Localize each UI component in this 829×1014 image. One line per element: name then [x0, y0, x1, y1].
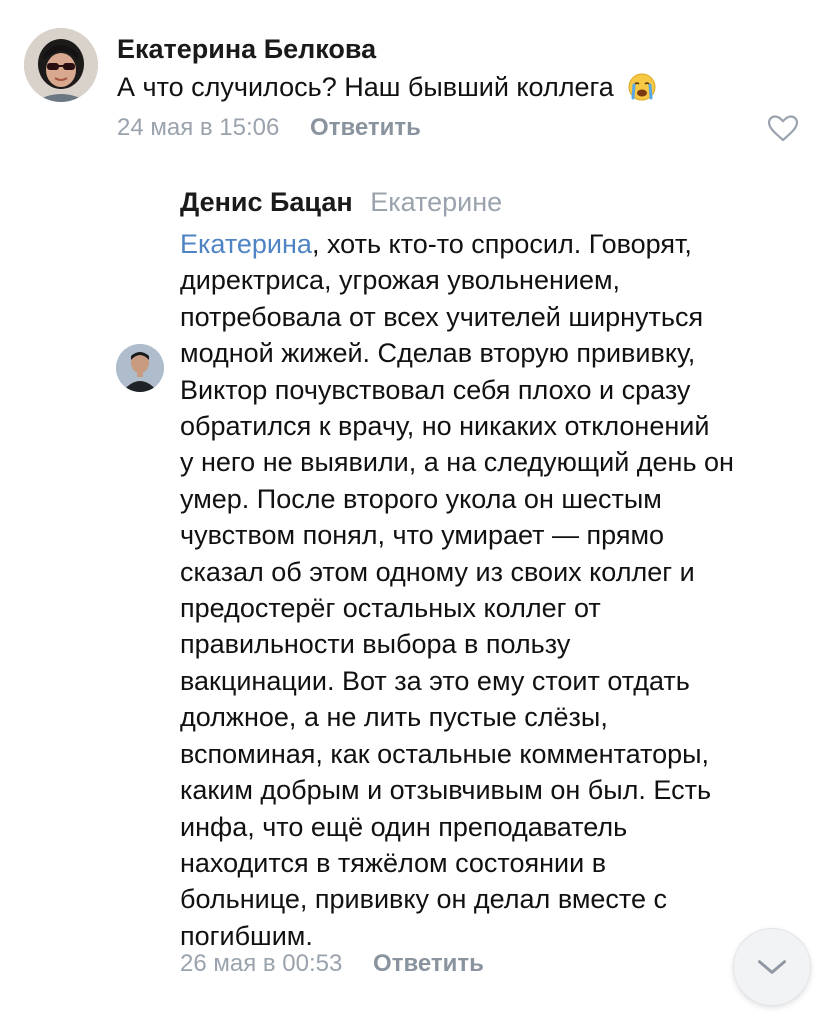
avatar-photo: [116, 344, 164, 392]
comment-author-line: Денис Бацан Екатерине: [180, 187, 502, 218]
comment-text-line: инфа, что ещё один преподаватель: [180, 811, 628, 842]
comment-time: 26 мая в 00:53: [180, 950, 343, 977]
comment-text-line: сказал об этом одному из своих коллег и: [180, 556, 695, 587]
avatar-photo: [24, 28, 98, 102]
comment-text-line: вспоминая, как остальные комментаторы,: [180, 738, 710, 769]
chevron-down-icon: [757, 960, 787, 974]
comment-text-fragment: , хоть кто-то спросил. Говорят,: [311, 229, 692, 259]
reply-button[interactable]: Ответить: [373, 950, 484, 977]
comment-text-line: находится в тяжёлом состоянии в: [180, 847, 607, 878]
avatar[interactable]: [116, 344, 164, 392]
comment-text: А что случилось? Наш бывший коллега: [117, 72, 657, 103]
comment-time: 24 мая в 15:06: [117, 114, 280, 141]
comment-text-line: Виктор почувствовал себя плохо и сразу: [180, 374, 691, 405]
scroll-down-button[interactable]: [733, 928, 811, 1006]
avatar[interactable]: [24, 28, 98, 102]
comments-thread: Екатерина Белкова А что случилось? Наш б…: [0, 0, 829, 1014]
comment-text-line: Екатерина, хоть кто-то спросил. Говорят,: [180, 226, 805, 262]
comment-text-line: погибшим.: [180, 920, 313, 951]
comment-text-line: больнице, прививку он делал вместе с: [180, 884, 668, 915]
comment-text-line: директриса, угрожая увольнением,: [180, 265, 621, 296]
like-button[interactable]: [766, 113, 800, 143]
crying-face-emoji-icon: [627, 72, 657, 102]
comment-text-line: каким добрым и отзывчивым он был. Есть: [180, 775, 712, 806]
comment-meta: 24 мая в 15:06 Ответить: [117, 114, 421, 142]
comment-text-line: чувством понял, что умирает — прямо: [180, 520, 665, 551]
comment-text-line: правильности выбора в пользу: [180, 629, 571, 660]
comment-text-line: модной жижей. Сделав вторую прививку,: [180, 338, 696, 369]
comment-text: Екатерина, хоть кто-то спросил. Говорят,…: [180, 226, 805, 954]
heart-outline-icon: [767, 115, 799, 142]
comment-text-line: предостерёг остальных коллег от: [180, 593, 601, 624]
comment-author[interactable]: Екатерина Белкова: [117, 34, 376, 65]
comment-text-body: А что случилось? Наш бывший коллега: [117, 72, 614, 102]
comment: Екатерина Белкова А что случилось? Наш б…: [0, 0, 829, 150]
comment-author[interactable]: Денис Бацан: [180, 187, 353, 217]
reply-button[interactable]: Ответить: [310, 114, 421, 141]
comment-text-line: должное, а не лить пустые слёзы,: [180, 702, 608, 733]
comment-meta: 26 мая в 00:53 Ответить: [180, 950, 484, 978]
comment-reply: Денис Бацан Екатерине Екатерина, хоть кт…: [0, 160, 829, 1014]
comment-text-line: у него не выявили, а на следующий день о…: [180, 447, 734, 478]
comment-text-line: обратился к врачу, но никаких отклонений: [180, 411, 710, 442]
comment-text-line: умер. После второго укола он шестым: [180, 483, 662, 514]
comment-text-line: вакцинации. Вот за это ему стоит отдать: [180, 665, 690, 696]
reply-to-link[interactable]: Екатерине: [370, 187, 502, 217]
comment-text-line: потребовала от всех учителей ширнуться: [180, 301, 704, 332]
mention-link[interactable]: Екатерина: [180, 229, 312, 259]
